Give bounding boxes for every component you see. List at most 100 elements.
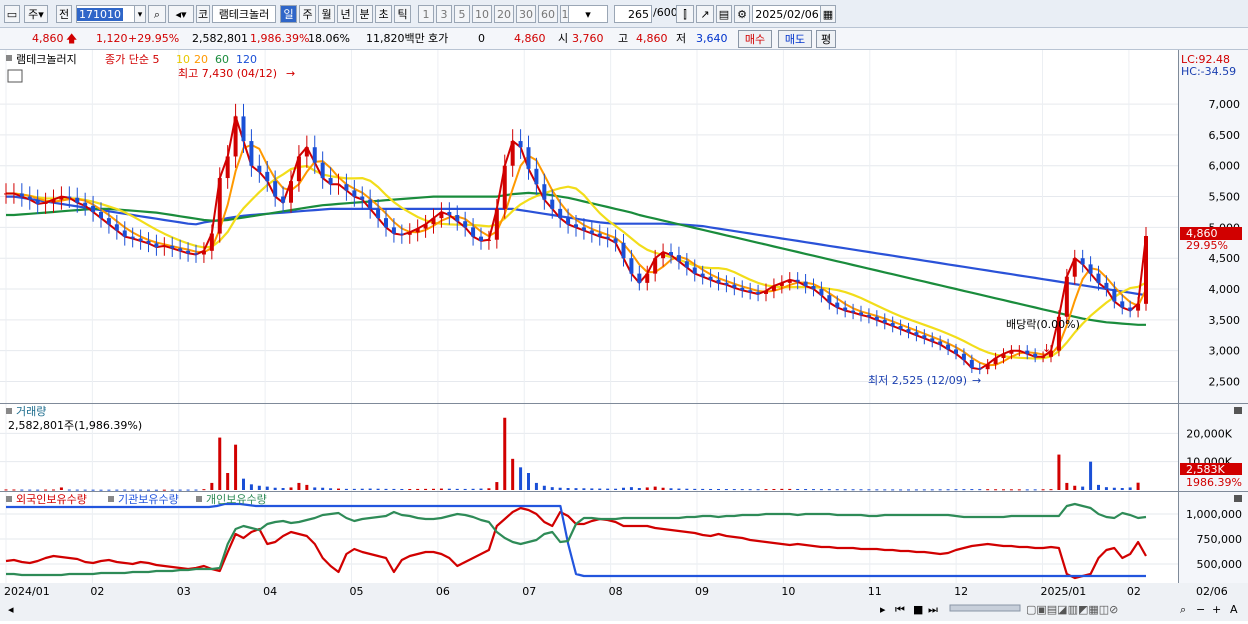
period-dropdown[interactable]: 주▾ xyxy=(24,5,48,23)
volume-bar xyxy=(669,488,673,490)
ma-120-label: 120 xyxy=(236,53,257,66)
chart-area[interactable]: 2,5003,0003,5004,0004,5005,0005,5006,000… xyxy=(0,50,1248,621)
period-3-button[interactable]: 년 xyxy=(337,5,354,23)
search-icon[interactable]: ⌕ xyxy=(148,5,166,23)
chart-svg[interactable]: 2,5003,0003,5004,0004,5005,0005,5006,000… xyxy=(0,50,1248,621)
code-dropdown-icon[interactable]: ▾ xyxy=(134,5,146,23)
volume-bar xyxy=(368,488,372,490)
candle-body xyxy=(859,312,863,315)
interval-3-button[interactable]: 3 xyxy=(436,5,452,23)
scroll-right-icon[interactable]: ▸ xyxy=(880,603,886,616)
eval-button[interactable]: 평 xyxy=(816,30,836,48)
volume-bar xyxy=(582,488,586,490)
volume-bar xyxy=(4,489,8,491)
volume-bar xyxy=(384,488,388,490)
period-1-button[interactable]: 주 xyxy=(299,5,316,23)
count-input[interactable]: 265 xyxy=(614,5,652,23)
interval-30-button[interactable]: 30 xyxy=(516,5,536,23)
candle-body xyxy=(1088,264,1093,274)
period-2-button[interactable]: 월 xyxy=(318,5,335,23)
candle-body xyxy=(296,156,301,182)
rewind-icon[interactable]: ⏮ xyxy=(895,603,905,616)
interval-20-button[interactable]: 20 xyxy=(494,5,514,23)
candle-body xyxy=(629,258,634,274)
settings-gear-icon[interactable]: ⚙ xyxy=(734,5,750,23)
period-5-button[interactable]: 초 xyxy=(375,5,392,23)
volume-bar xyxy=(170,489,174,491)
scrollbar-track[interactable] xyxy=(949,604,1021,612)
date-tick-label: 06 xyxy=(436,585,450,598)
calendar-icon[interactable]: ▦ xyxy=(820,5,836,23)
volume-bar xyxy=(44,489,48,491)
pane-maximize-icon[interactable] xyxy=(1234,495,1242,502)
volume-bar xyxy=(234,444,238,490)
volume-bar xyxy=(20,489,24,491)
volume-bar xyxy=(447,488,451,490)
speaker-icon[interactable]: ◂▾ xyxy=(168,5,194,23)
period-6-button[interactable]: 틱 xyxy=(394,5,411,23)
period-0-button[interactable]: 일 xyxy=(280,5,297,23)
volume-bar xyxy=(1065,482,1069,490)
candle-body xyxy=(724,282,729,285)
candle-body xyxy=(407,232,412,235)
open-price: 3,760 xyxy=(572,32,604,45)
interval-dropdown[interactable]: ▾ xyxy=(568,5,608,23)
candle-body xyxy=(479,236,483,241)
interval-60-button[interactable]: 60 xyxy=(538,5,558,23)
table-toggle-icon[interactable] xyxy=(7,69,23,83)
price-tick-label: 4,000 xyxy=(1209,283,1241,296)
pane-maximize-icon[interactable] xyxy=(1234,407,1242,414)
candle-type-icon[interactable]: ⫿ xyxy=(676,5,694,23)
volume-bar xyxy=(994,489,998,491)
candle-body xyxy=(502,165,507,209)
candle-body xyxy=(494,208,499,240)
drawing-tool-icons[interactable]: ▢▣▤◪▥◩▦◫⊘ xyxy=(1026,603,1118,616)
prev-button[interactable]: 전 xyxy=(56,5,72,23)
zoom-in-icon[interactable]: + xyxy=(1212,603,1221,616)
volume-bar xyxy=(907,489,910,491)
volume-bar xyxy=(859,489,863,491)
draw-tool-icon[interactable]: ↗ xyxy=(696,5,714,23)
interval-5-button[interactable]: 5 xyxy=(454,5,470,23)
volume-bar xyxy=(954,489,958,491)
volume-bar xyxy=(804,489,808,491)
scroll-left-icon[interactable]: ◂ xyxy=(8,603,14,616)
font-size-icon[interactable]: A xyxy=(1230,603,1238,616)
price-tick-label: 2,500 xyxy=(1209,376,1241,389)
candle-body xyxy=(740,287,745,291)
candle-body xyxy=(676,255,681,262)
save-icon[interactable]: ▤ xyxy=(716,5,732,23)
candle-body xyxy=(201,250,206,255)
zoom-search-icon[interactable]: ⌕ xyxy=(1180,603,1186,616)
volume-bar xyxy=(376,488,380,490)
date-axis-right: 02/06 xyxy=(1196,585,1228,598)
sell-button[interactable]: 매도 xyxy=(778,30,812,48)
candle-body xyxy=(186,250,191,254)
interval-10-button[interactable]: 10 xyxy=(472,5,492,23)
candle-body xyxy=(91,205,96,212)
candle-body xyxy=(320,162,325,179)
volume-bar xyxy=(764,489,768,491)
volume-bar xyxy=(281,488,285,490)
date-input[interactable]: 2025/02/06 xyxy=(752,5,822,23)
legend-individual: 개인보유수량 xyxy=(206,493,267,506)
fast-forward-icon[interactable]: ⏭ xyxy=(928,603,938,616)
volume-bar xyxy=(851,489,855,491)
holding-tick-label: 750,000 xyxy=(1197,533,1243,546)
volume-bar xyxy=(99,489,103,491)
volume-bar xyxy=(432,488,435,490)
buy-button[interactable]: 매수 xyxy=(738,30,772,48)
period-4-button[interactable]: 분 xyxy=(356,5,373,23)
candle-body xyxy=(851,310,856,313)
volume-bar xyxy=(139,489,143,491)
candle-body xyxy=(178,248,183,251)
zoom-out-icon[interactable]: − xyxy=(1196,603,1205,616)
interval-1-button[interactable]: 1 xyxy=(418,5,434,23)
stop-icon[interactable]: ■ xyxy=(913,603,923,616)
candle-body xyxy=(1128,307,1133,311)
candle-body xyxy=(819,289,824,296)
chart-layout-icon[interactable]: ▭ xyxy=(4,5,20,23)
volume-bar xyxy=(566,488,570,490)
candle-body xyxy=(1136,303,1141,311)
high-annotation: 최고 7,430 (04/12) xyxy=(178,67,277,80)
